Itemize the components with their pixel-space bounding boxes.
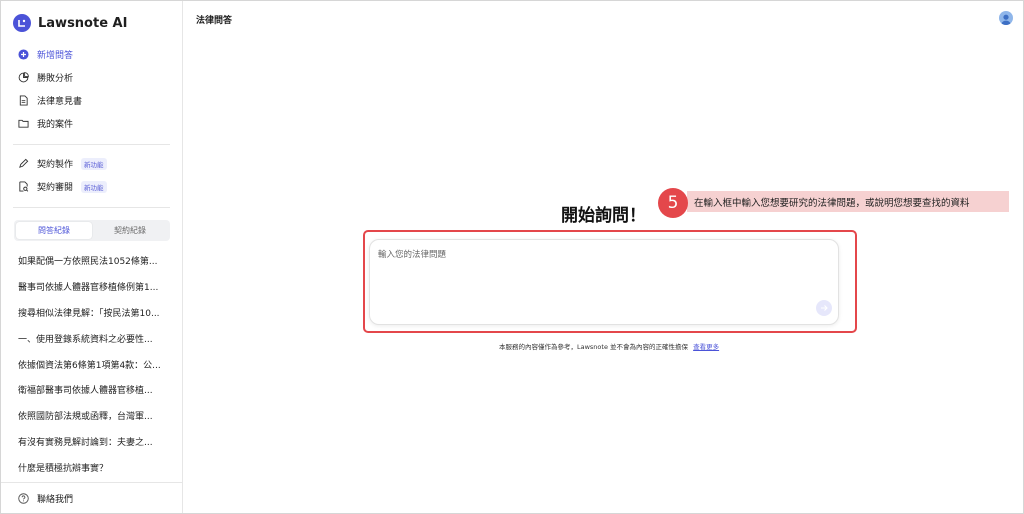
folder-icon [18,119,29,128]
nav-new-qa[interactable]: 新增問答 [1,43,183,66]
contact-us-label: 聯絡我們 [37,494,74,505]
history-item[interactable]: 醫事司依據人體器官移植條例第1... [1,274,183,300]
history-item[interactable]: 衛福部醫事司依據人體器官移植... [1,377,183,403]
sidebar-divider [13,144,170,145]
history-item[interactable]: 如果配偶一方依照民法1052條第... [1,248,183,274]
nav-my-cases[interactable]: 我的案件 [1,112,183,135]
user-avatar[interactable] [999,11,1013,25]
nav-win-loss-analysis[interactable]: 勝敗分析 [1,66,183,89]
history-item[interactable]: 依據個資法第6條第1項第4款：公... [1,351,183,377]
contact-us-button[interactable]: 聯絡我們 [1,482,183,513]
help-circle-icon [18,492,29,504]
tutorial-step-number: 5 [658,188,688,218]
main-nav: 新增問答 勝敗分析 法律意見書 我的案件 [1,43,183,135]
nav-label: 勝敗分析 [37,74,74,84]
pie-chart-icon [18,72,29,83]
nav-contract-review[interactable]: 契約審閱 新功能 [1,175,183,198]
nav-legal-opinion[interactable]: 法律意見書 [1,89,183,112]
nav-label: 契約製作 [37,160,74,170]
sidebar-divider [13,207,170,208]
send-button[interactable] [816,300,832,316]
send-arrow-icon [821,305,828,311]
history-item[interactable]: 一、使用登錄系統資料之必要性... [1,325,183,351]
plus-circle-icon [18,49,29,60]
history-list: 如果配偶一方依照民法1052條第... 醫事司依據人體器官移植條例第1... 搜… [1,248,183,480]
lawsnote-logo-icon [13,14,31,32]
nav-contract-drafting[interactable]: 契約製作 新功能 [1,152,183,175]
nav-label: 新增問答 [37,51,74,61]
tab-contract-history[interactable]: 契約紀錄 [92,222,168,239]
main-panel: 法律問答 開始詢問！ 在輸入框中輸入您想要研究的法律問題，或說明您想要查找的資料… [183,1,1023,513]
tab-qa-history[interactable]: 問答紀錄 [16,222,92,239]
new-feature-badge: 新功能 [81,157,107,170]
question-input-box [369,239,839,325]
pen-icon [19,158,29,168]
nav-label: 我的案件 [37,120,74,130]
brand[interactable]: Lawsnote AI [13,13,127,33]
app-name: Lawsnote AI [38,15,128,31]
page-title: 法律問答 [196,16,233,26]
tools-nav: 契約製作 新功能 契約審閱 新功能 [1,152,183,198]
nav-label: 契約審閱 [37,183,74,193]
see-more-link[interactable]: 查看更多 [693,343,719,351]
app-window: Lawsnote AI 新增問答 勝敗分析 法律意見書 我的案件 契約製作 新功… [0,0,1024,514]
sidebar: Lawsnote AI 新增問答 勝敗分析 法律意見書 我的案件 契約製作 新功… [1,1,183,513]
disclaimer-text: 本服務的內容僅作為參考，Lawsnote 並不會為內容的正確性擔保 [499,343,689,351]
history-item[interactable]: 依照國防部法規或函釋，台灣軍... [1,403,183,429]
nav-label: 法律意見書 [37,97,83,107]
history-item[interactable]: 有沒有實務見解討論到：夫妻之... [1,429,183,455]
history-item[interactable]: 什麼是積極抗辯事實？ [1,454,183,480]
new-feature-badge: 新功能 [81,180,107,193]
document-search-icon [19,181,29,192]
document-icon [19,95,28,106]
tutorial-callout: 在輸入框中輸入您想要研究的法律問題，或說明您想要查找的資料 [687,191,1009,212]
history-item[interactable]: 搜尋相似法律見解：「按民法第10... [1,300,183,326]
user-icon [1001,14,1011,25]
start-asking-heading: 開始詢問！ [561,206,646,226]
history-tabs: 問答紀錄 契約紀錄 [14,220,170,241]
question-input[interactable] [378,248,798,308]
disclaimer: 本服務的內容僅作為參考，Lawsnote 並不會為內容的正確性擔保 查看更多 [499,341,719,351]
